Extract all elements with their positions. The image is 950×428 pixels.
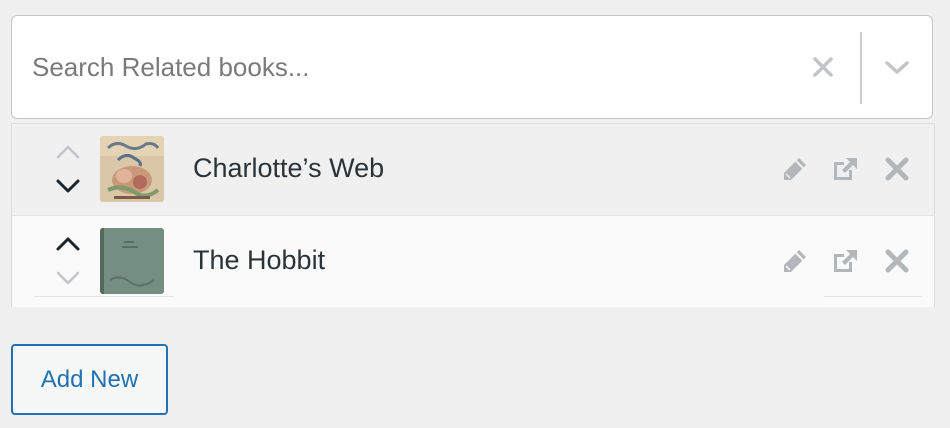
pencil-icon[interactable]: [780, 154, 810, 184]
list-item: The Hobbit: [12, 216, 934, 307]
move-down-icon[interactable]: [54, 176, 82, 196]
close-icon[interactable]: [810, 54, 836, 80]
book-cover-thumbnail: [100, 136, 164, 202]
pencil-icon[interactable]: [780, 246, 810, 276]
selected-books-list: Charlotte’s Web The Hobbit: [11, 123, 935, 307]
move-down-icon[interactable]: [54, 268, 82, 288]
list-item: Charlotte’s Web: [12, 124, 934, 216]
chevron-down-icon[interactable]: [882, 54, 912, 80]
external-link-icon[interactable]: [830, 246, 860, 276]
book-title[interactable]: The Hobbit: [193, 216, 325, 307]
row-divider: [34, 296, 174, 297]
remove-icon[interactable]: [882, 246, 912, 276]
book-title[interactable]: Charlotte’s Web: [193, 124, 384, 215]
book-cover-thumbnail: [100, 228, 164, 294]
row-divider: [824, 296, 922, 297]
search-input[interactable]: [32, 16, 792, 118]
add-new-button[interactable]: Add New: [11, 344, 168, 415]
search-select[interactable]: [11, 15, 933, 119]
search-separator: [860, 32, 862, 104]
external-link-icon[interactable]: [830, 154, 860, 184]
remove-icon[interactable]: [882, 154, 912, 184]
related-books-field: Charlotte’s Web: [0, 0, 950, 428]
move-up-icon[interactable]: [54, 142, 82, 162]
move-up-icon[interactable]: [54, 234, 82, 254]
